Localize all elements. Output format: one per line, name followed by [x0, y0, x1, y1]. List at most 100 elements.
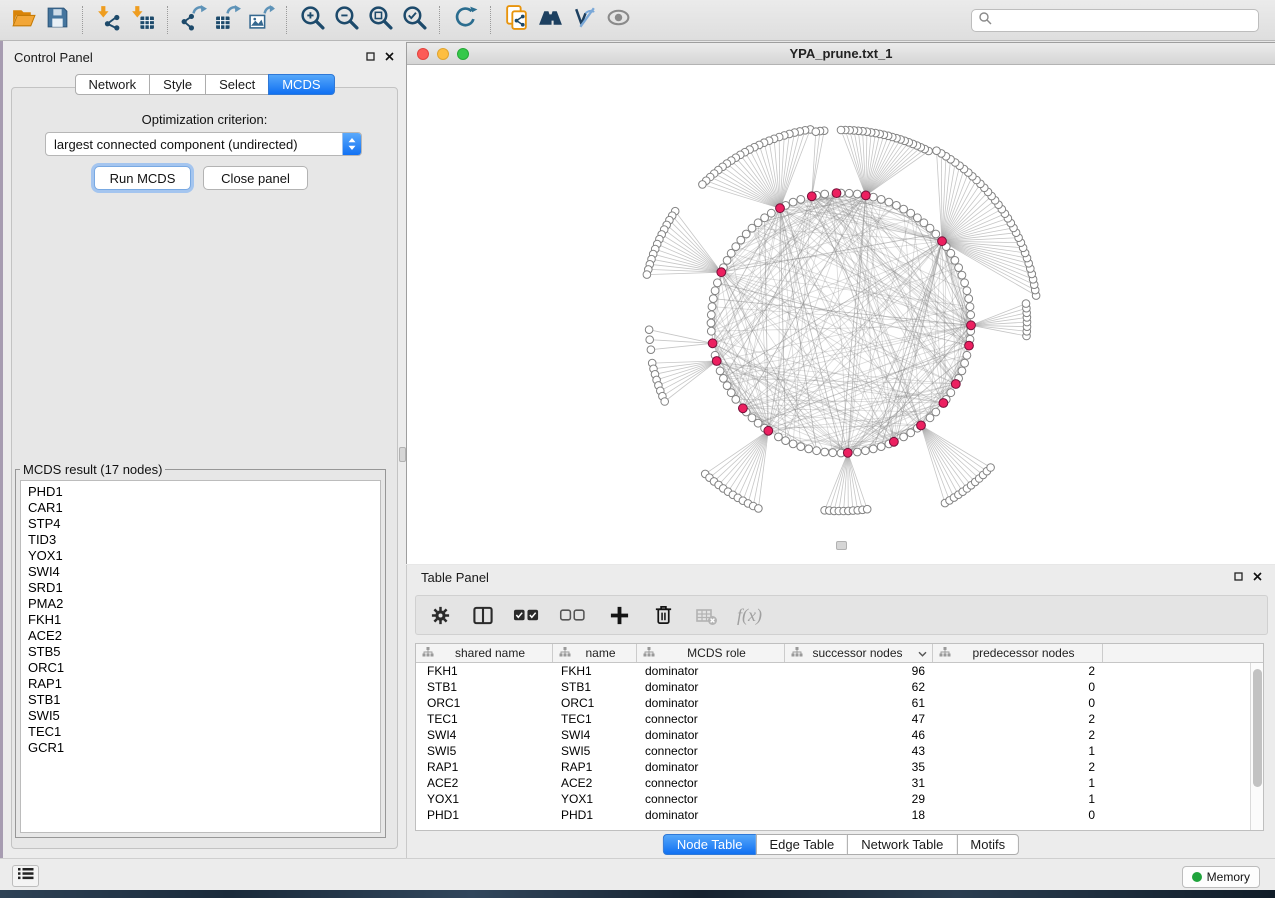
- network-node[interactable]: [732, 396, 740, 404]
- mcds-result-item[interactable]: STP4: [21, 516, 380, 532]
- tab-network[interactable]: Network: [74, 74, 150, 95]
- network-hub-node[interactable]: [776, 204, 785, 213]
- mcds-result-item[interactable]: RAP1: [21, 676, 380, 692]
- table-row[interactable]: YOX1YOX1connector291: [416, 791, 1263, 807]
- table-row[interactable]: ORC1ORC1dominator610: [416, 695, 1263, 711]
- close-panel-icon[interactable]: [385, 52, 394, 61]
- table-row[interactable]: PHD1PHD1dominator180: [416, 807, 1263, 823]
- table-row[interactable]: FKH1FKH1dominator962: [416, 663, 1263, 679]
- network-node[interactable]: [869, 445, 877, 453]
- network-node[interactable]: [966, 303, 974, 311]
- network-node[interactable]: [761, 214, 769, 222]
- network-node[interactable]: [947, 389, 955, 397]
- network-hub-node[interactable]: [917, 421, 926, 430]
- tab-style[interactable]: Style: [149, 74, 206, 95]
- network-leaf-node[interactable]: [837, 126, 845, 134]
- network-node[interactable]: [967, 311, 975, 319]
- network-node[interactable]: [900, 433, 908, 441]
- network-node[interactable]: [797, 443, 805, 451]
- function-builder-button[interactable]: f(x): [737, 605, 762, 626]
- birds-eye-view-button[interactable]: [601, 3, 635, 37]
- network-hub-node[interactable]: [939, 399, 948, 408]
- column-header-name[interactable]: name: [553, 644, 637, 662]
- network-hub-node[interactable]: [861, 191, 870, 200]
- network-node[interactable]: [958, 367, 966, 375]
- network-node[interactable]: [845, 189, 853, 197]
- network-node[interactable]: [813, 447, 821, 455]
- table-tab-node-table[interactable]: Node Table: [663, 834, 757, 855]
- network-node[interactable]: [963, 287, 971, 295]
- mcds-result-item[interactable]: YOX1: [21, 548, 380, 564]
- refresh-layout-button[interactable]: [448, 3, 482, 37]
- table-tab-motifs[interactable]: Motifs: [956, 834, 1019, 855]
- network-node[interactable]: [829, 449, 837, 457]
- network-node[interactable]: [963, 351, 971, 359]
- network-node[interactable]: [789, 440, 797, 448]
- network-node[interactable]: [961, 279, 969, 287]
- network-node[interactable]: [707, 319, 715, 327]
- network-node[interactable]: [821, 448, 829, 456]
- float-panel-icon[interactable]: [1234, 572, 1243, 581]
- table-row[interactable]: SWI5SWI5connector431: [416, 743, 1263, 759]
- network-node[interactable]: [782, 437, 790, 445]
- network-node[interactable]: [893, 202, 901, 210]
- network-leaf-node[interactable]: [1022, 300, 1030, 308]
- table-row[interactable]: STB1STB1dominator620: [416, 679, 1263, 695]
- network-node[interactable]: [853, 448, 861, 456]
- network-leaf-node[interactable]: [699, 181, 707, 189]
- network-node[interactable]: [789, 198, 797, 206]
- close-mcds-panel-button[interactable]: Close panel: [203, 166, 308, 190]
- network-node[interactable]: [900, 205, 908, 213]
- tab-select[interactable]: Select: [205, 74, 269, 95]
- log-console-button[interactable]: [12, 865, 39, 887]
- network-node[interactable]: [709, 295, 717, 303]
- search-input[interactable]: [997, 14, 1252, 28]
- network-hub-node[interactable]: [938, 237, 947, 246]
- column-header-predecessor-nodes[interactable]: predecessor nodes: [933, 644, 1103, 662]
- export-network-button[interactable]: [176, 3, 210, 37]
- mcds-result-item[interactable]: TID3: [21, 532, 380, 548]
- mcds-result-item[interactable]: FKH1: [21, 612, 380, 628]
- network-hub-node[interactable]: [717, 268, 726, 277]
- network-hub-node[interactable]: [951, 380, 960, 389]
- delete-table-button[interactable]: [695, 605, 718, 626]
- column-header-shared-name[interactable]: shared name: [416, 644, 553, 662]
- table-settings-button[interactable]: [430, 605, 451, 626]
- mcds-result-item[interactable]: SWI4: [21, 564, 380, 580]
- zoom-out-button[interactable]: [329, 3, 363, 37]
- search-box[interactable]: [971, 9, 1259, 32]
- export-table-button[interactable]: [210, 3, 244, 37]
- mcds-result-item[interactable]: STB1: [21, 692, 380, 708]
- network-leaf-node[interactable]: [812, 128, 820, 136]
- table-tab-network-table[interactable]: Network Table: [847, 834, 957, 855]
- network-node[interactable]: [862, 447, 870, 455]
- search-neighbors-button[interactable]: [533, 3, 567, 37]
- network-node[interactable]: [720, 375, 728, 383]
- column-header-successor-nodes[interactable]: successor nodes: [785, 644, 933, 662]
- network-node[interactable]: [877, 196, 885, 204]
- mcds-result-item[interactable]: PHD1: [21, 484, 380, 500]
- column-header-MCDS-role[interactable]: MCDS role: [637, 644, 785, 662]
- export-image-button[interactable]: [244, 3, 278, 37]
- network-node[interactable]: [727, 249, 735, 257]
- clone-network-button[interactable]: [499, 3, 533, 37]
- network-canvas[interactable]: [407, 65, 1275, 564]
- criterion-select[interactable]: largest connected component (undirected): [45, 132, 362, 156]
- network-leaf-node[interactable]: [643, 271, 651, 279]
- network-node[interactable]: [797, 196, 805, 204]
- network-node[interactable]: [708, 303, 716, 311]
- save-session-button[interactable]: [40, 3, 74, 37]
- mcds-result-item[interactable]: ACE2: [21, 628, 380, 644]
- network-node[interactable]: [737, 236, 745, 244]
- table-row[interactable]: ACE2ACE2connector311: [416, 775, 1263, 791]
- network-hub-node[interactable]: [807, 192, 816, 201]
- zoom-in-button[interactable]: [295, 3, 329, 37]
- network-hub-node[interactable]: [739, 404, 748, 413]
- mcds-result-list[interactable]: PHD1CAR1STP4TID3YOX1SWI4SRD1PMA2FKH1ACE2…: [20, 480, 381, 833]
- network-node[interactable]: [932, 408, 940, 416]
- tab-mcds[interactable]: MCDS: [268, 74, 334, 95]
- network-node[interactable]: [955, 264, 963, 272]
- sort-chevron-down-icon[interactable]: [918, 646, 932, 660]
- deselect-all-button[interactable]: [559, 607, 586, 623]
- import-network-button[interactable]: [91, 3, 125, 37]
